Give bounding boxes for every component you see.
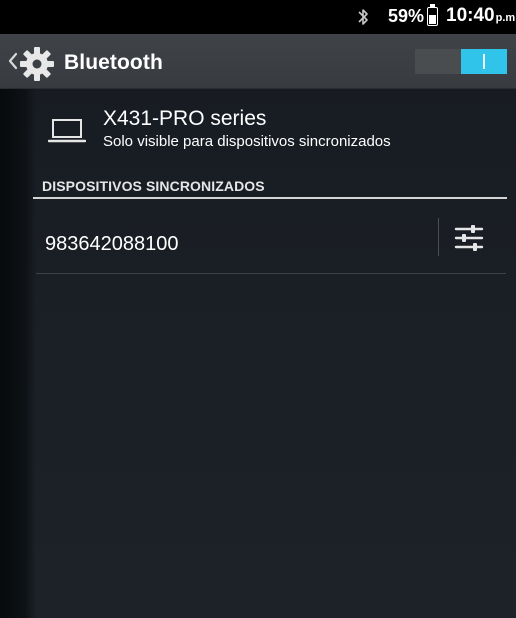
row-vertical-separator xyxy=(438,218,439,256)
bluetooth-icon xyxy=(358,9,368,25)
bluetooth-toggle[interactable] xyxy=(415,49,507,74)
paired-devices-header: DISPOSITIVOS SINCRONIZADOS xyxy=(42,178,265,194)
battery-icon xyxy=(427,4,438,26)
bluetooth-settings-screen: 59% 10:40p.m Bluetooth X431-PRO series S… xyxy=(0,0,516,618)
section-divider xyxy=(33,197,507,199)
page-title: Bluetooth xyxy=(64,51,163,74)
toggle-knob xyxy=(461,49,507,74)
status-bar: 59% 10:40p.m xyxy=(0,0,516,34)
laptop-icon xyxy=(48,119,86,143)
own-device-visibility: Solo visible para dispositivos sincroniz… xyxy=(103,133,391,150)
paired-device-settings-button[interactable] xyxy=(444,216,494,260)
battery-fill xyxy=(429,15,436,24)
action-bar: Bluetooth xyxy=(0,34,516,89)
gear-icon[interactable] xyxy=(17,44,57,84)
toggle-on-mark xyxy=(483,54,485,69)
paired-device-row[interactable]: 983642088100 xyxy=(36,212,510,272)
clock-time: 10:40 xyxy=(446,5,495,26)
clock: 10:40p.m xyxy=(446,5,515,27)
own-device-name: X431-PRO series xyxy=(103,107,267,130)
sliders-icon xyxy=(454,225,484,251)
row-divider xyxy=(36,273,506,274)
screen-bezel xyxy=(0,0,36,618)
clock-ampm: p.m xyxy=(495,12,516,24)
own-device-row[interactable]: X431-PRO series Solo visible para dispos… xyxy=(36,96,506,166)
battery-percent: 59% xyxy=(388,6,425,26)
paired-device-name: 983642088100 xyxy=(45,233,179,255)
